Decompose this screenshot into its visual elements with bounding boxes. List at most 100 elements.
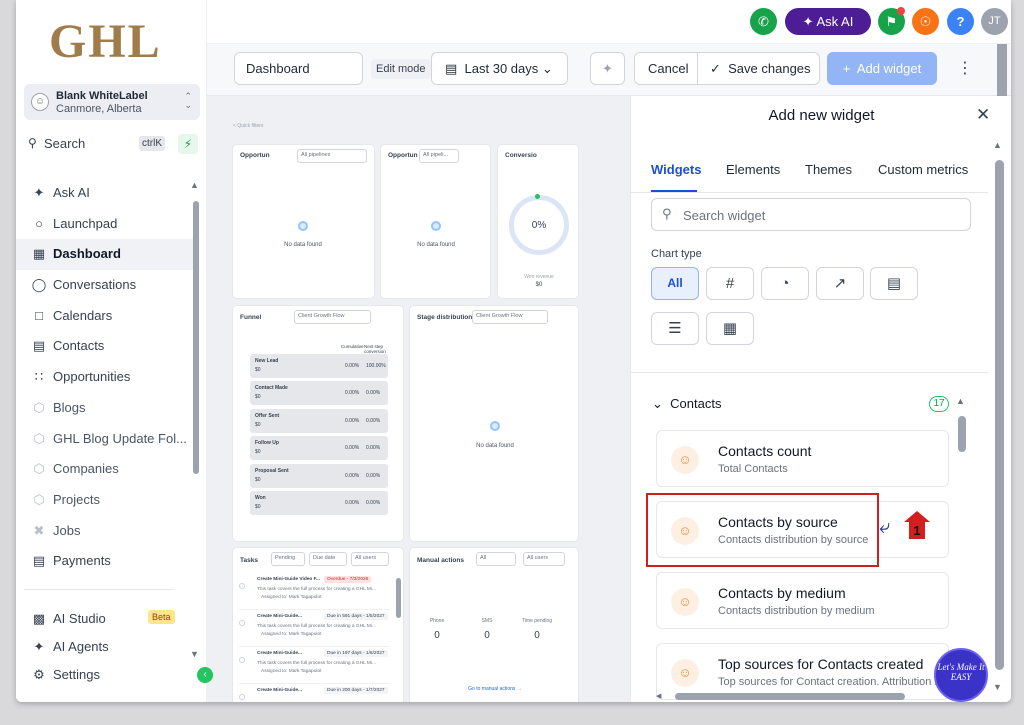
cancel-button[interactable]: Cancel	[648, 53, 688, 84]
sidebar-item-ghl-blog[interactable]: ⬡ GHL Blog Update Fol...	[16, 424, 196, 455]
stage-select[interactable]: Client Growth Flow	[472, 310, 548, 324]
quick-filters-link[interactable]: < Quick filters	[233, 123, 263, 129]
pipeline-select[interactable]: All pipeli...	[419, 149, 459, 163]
line-chart-icon[interactable]: ↗	[816, 267, 864, 300]
phone-icon[interactable]: ✆	[750, 8, 777, 35]
task-checkbox[interactable]	[239, 583, 245, 589]
widget-contacts-by-medium[interactable]: ☺ Contacts by medium Contacts distributi…	[656, 572, 949, 629]
bell-icon[interactable]: ☉	[912, 8, 939, 35]
tab-widgets[interactable]: Widgets	[651, 162, 701, 177]
pipeline-select[interactable]: All pipelines	[297, 149, 367, 163]
sidebar-item-dashboard[interactable]: ▦ Dashboard	[16, 239, 196, 271]
manual-users-select[interactable]: All users	[523, 552, 565, 566]
horizontal-bar-chart-icon[interactable]: ☰	[651, 312, 699, 345]
scroll-up-icon[interactable]: ▲	[190, 180, 199, 190]
sidebar-item-conversations[interactable]: ◯ Conversations	[16, 270, 196, 301]
widget-top-sources[interactable]: ☺ Top sources for Contacts created Top s…	[656, 643, 949, 700]
more-icon[interactable]: ⋮	[957, 58, 973, 78]
sidebar-scrollbar[interactable]: ▲ ▼	[190, 180, 199, 659]
tab-elements[interactable]: Elements	[726, 162, 780, 177]
panel-scrollbar-thumb[interactable]	[995, 160, 1004, 670]
funnel-widget[interactable]: Funnel Client Growth Flow Cumulative Nex…	[232, 305, 404, 542]
tasks-scrollbar[interactable]	[396, 578, 401, 618]
chat-icon: ◯	[31, 277, 47, 293]
task-status-select[interactable]: Pending	[271, 552, 305, 566]
save-changes-button[interactable]: ✓ Save changes	[710, 53, 811, 84]
conversion-widget[interactable]: Conversio 0% Won revenue $0	[497, 144, 579, 299]
task-item[interactable]: Create Mini-Guide Video F... Overdue - 7/…	[239, 574, 389, 610]
sidebar-item-payments[interactable]: ▤ Payments	[16, 546, 196, 577]
collapse-sidebar-button[interactable]: ‹	[197, 667, 213, 683]
stage-distribution-widget[interactable]: Stage distribution Client Growth Flow No…	[409, 305, 579, 542]
task-item[interactable]: Create Mini-Guide... Due in 200 days - 1/…	[239, 685, 389, 702]
task-due-badge: Due in 197 days - 1/6/2027	[324, 650, 388, 657]
toolbar-scrollbar[interactable]	[997, 44, 1007, 96]
add-widget-panel: Add new widget ✕ Widgets Elements Themes…	[630, 96, 1011, 702]
manual-actions-link[interactable]: Go to manual actions →	[410, 686, 580, 692]
stage-amount: $0	[255, 476, 261, 483]
table-chart-icon[interactable]: ▦	[706, 312, 754, 345]
ask-ai-button[interactable]: ✦ Ask AI	[785, 8, 871, 35]
task-checkbox[interactable]	[239, 657, 245, 663]
task-item[interactable]: Create Mini-Guide... Due in 591 days - 1/…	[239, 611, 389, 647]
pie-chart-icon[interactable]: ◔	[761, 267, 809, 300]
scroll-thumb[interactable]	[193, 201, 199, 474]
task-checkbox[interactable]	[239, 694, 245, 700]
search-widget-input[interactable]: ⚲ Search widget	[651, 198, 971, 231]
bar-chart-icon[interactable]: ▤	[870, 267, 918, 300]
scroll-up-icon[interactable]: ▲	[993, 140, 1002, 150]
ask-ai-label: Ask AI	[816, 14, 854, 29]
sidebar-item-label: AI Studio	[53, 611, 106, 626]
avatar[interactable]: JT	[981, 8, 1008, 35]
help-icon[interactable]: ?	[947, 8, 974, 35]
list-scrollbar-thumb[interactable]	[958, 416, 966, 452]
sidebar-item-launchpad[interactable]: ○ Launchpad	[16, 209, 196, 240]
megaphone-icon[interactable]: ⚑	[878, 7, 905, 35]
task-users-select[interactable]: All users	[351, 552, 389, 566]
tab-themes[interactable]: Themes	[805, 162, 852, 177]
manual-type-select[interactable]: All	[476, 552, 516, 566]
next-step-value: 100.00%	[366, 363, 386, 369]
arrow-icon: ⤶	[879, 516, 891, 538]
chart-type-all[interactable]: All	[651, 267, 699, 300]
section-title: Contacts	[670, 396, 722, 411]
sidebar-item-companies[interactable]: ⬡ Companies	[16, 454, 196, 485]
account-switcher[interactable]: ☺ Blank WhiteLabel Canmore, Alberta ⌃ ⌄	[24, 84, 200, 120]
ring-marker	[535, 194, 540, 199]
sidebar-item-ask-ai[interactable]: ✦ Ask AI	[16, 178, 196, 209]
opportunities-widget-2[interactable]: Opportun All pipeli... No data found	[380, 144, 491, 299]
chart-type-number[interactable]: #	[706, 267, 754, 300]
task-due-select[interactable]: Due date	[309, 552, 347, 566]
sidebar-item-settings[interactable]: ⚙ Settings	[16, 661, 207, 689]
sidebar-item-ai-studio[interactable]: ▩ AI Studio Beta	[16, 605, 207, 633]
tab-custom-metrics[interactable]: Custom metrics	[878, 162, 968, 177]
horizontal-scrollbar[interactable]	[675, 693, 905, 700]
task-checkbox[interactable]	[239, 620, 245, 626]
sidebar-search[interactable]: ⚲ Search ctrlK	[24, 133, 170, 155]
sidebar-item-projects[interactable]: ⬡ Projects	[16, 485, 196, 516]
task-item[interactable]: Create Mini-Guide... Due in 197 days - 1/…	[239, 648, 389, 684]
close-icon[interactable]: ✕	[976, 105, 990, 125]
sidebar-item-jobs[interactable]: ✖ Jobs	[16, 516, 196, 547]
contacts-section-header[interactable]: ⌄ Contacts	[652, 396, 721, 412]
add-widget-button[interactable]: + Add widget	[827, 52, 937, 85]
sidebar-item-ai-agents[interactable]: ✦ AI Agents	[16, 633, 207, 661]
sidebar-item-contacts[interactable]: ▤ Contacts	[16, 331, 196, 362]
sidebar-item-blogs[interactable]: ⬡ Blogs	[16, 393, 196, 424]
stat-value: 0	[484, 630, 490, 641]
manual-actions-widget[interactable]: Manual actions All All users Phone 0 SMS 0 T…	[409, 547, 579, 702]
scroll-up-icon[interactable]: ▲	[956, 396, 965, 406]
sidebar-item-opportunities[interactable]: ∷ Opportunities	[16, 362, 196, 393]
date-range-picker[interactable]: ▤ Last 30 days ⌄	[431, 52, 568, 85]
tasks-widget[interactable]: Tasks Pending Due date All users Create …	[232, 547, 404, 702]
scroll-left-icon[interactable]: ◀	[656, 692, 664, 700]
dashboard-name-input[interactable]: Dashboard	[234, 52, 363, 85]
next-step-value: 0.00%	[366, 472, 381, 479]
sidebar-item-calendars[interactable]: □ Calendars	[16, 301, 196, 332]
opportunities-widget[interactable]: Opportun All pipelines No data found	[232, 144, 375, 299]
magic-wand-icon[interactable]: ✦	[590, 52, 625, 85]
scroll-down-icon[interactable]: ▼	[993, 682, 1002, 692]
widget-contacts-count[interactable]: ☺ Contacts count Total Contacts	[656, 430, 949, 487]
funnel-select[interactable]: Client Growth Flow	[294, 310, 371, 324]
bolt-icon[interactable]: ⚡	[178, 134, 198, 154]
